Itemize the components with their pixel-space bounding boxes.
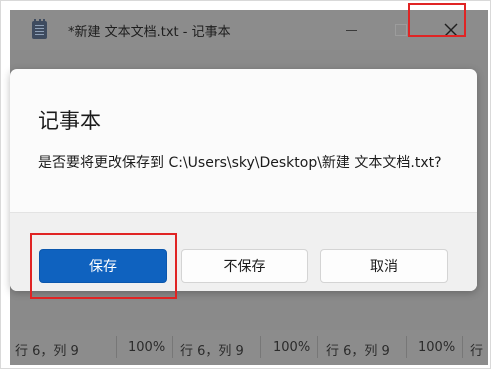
status-divider <box>116 336 117 358</box>
status-divider <box>317 336 318 358</box>
status-cursor-position: 行 6，列 9 <box>15 344 79 359</box>
status-zoom: 100% <box>418 340 456 355</box>
status-divider <box>260 336 261 358</box>
notepad-icon <box>32 19 47 39</box>
status-divider <box>406 336 407 358</box>
dialog-title: 记事本 <box>38 109 101 133</box>
dialog-message: 是否要将更改保存到 C:\Users\sky\Desktop\新建 文本文档.t… <box>38 155 442 171</box>
close-button-highlight <box>408 3 466 37</box>
status-zoom: 100% <box>128 340 166 355</box>
status-cursor-position: 行 6，列 9 <box>180 344 244 359</box>
minimize-button[interactable] <box>328 10 374 50</box>
status-bar: 行 6，列 9 100% 行 6，列 9 100% 行 6，列 9 100% 行 <box>10 330 488 365</box>
dont-save-button[interactable]: 不保存 <box>181 249 308 283</box>
minimize-icon <box>345 29 357 31</box>
window-title: *新建 文本文档.txt - 记事本 <box>68 25 231 40</box>
status-zoom: 100% <box>273 340 311 355</box>
status-divider <box>462 336 463 358</box>
maximize-icon <box>395 24 407 36</box>
cancel-button[interactable]: 取消 <box>320 249 448 283</box>
status-divider <box>172 336 173 358</box>
status-cursor-position: 行 6，列 9 <box>326 344 390 359</box>
save-button-highlight <box>30 233 177 299</box>
status-cursor-position: 行 <box>470 344 484 359</box>
